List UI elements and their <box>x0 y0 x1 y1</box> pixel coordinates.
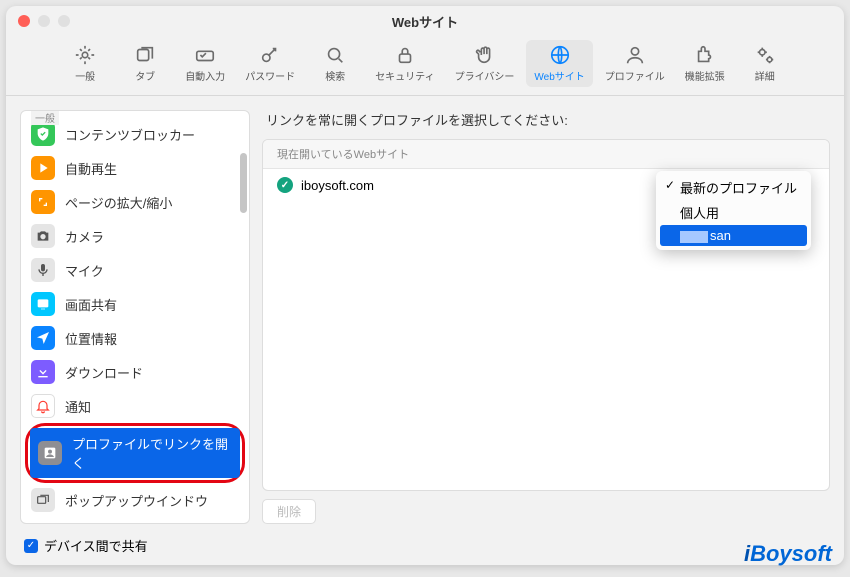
sidebar-item-microphone[interactable]: マイク <box>21 253 249 287</box>
key-icon <box>259 44 281 66</box>
toolbar-extensions[interactable]: 機能拡張 <box>677 40 733 87</box>
globe-icon <box>549 44 571 66</box>
mic-icon <box>31 258 55 282</box>
toolbar-advanced[interactable]: 詳細 <box>737 40 793 87</box>
bell-icon <box>31 394 55 418</box>
sidebar-item-camera[interactable]: カメラ <box>21 219 249 253</box>
site-domain: iboysoft.com <box>301 178 374 193</box>
sidebar-item-autoplay[interactable]: 自動再生 <box>21 151 249 185</box>
zoom-icon <box>31 190 55 214</box>
hand-icon <box>474 44 496 66</box>
zoom-window-button[interactable] <box>58 15 70 27</box>
column-header: 現在開いているWebサイト <box>263 140 829 169</box>
dropdown-option-latest[interactable]: 最新のプロファイル <box>660 175 807 200</box>
screen-icon <box>31 292 55 316</box>
footer: ✓ デバイス間で共有 <box>6 530 844 565</box>
gears-icon <box>754 44 776 66</box>
sidebar-item-location[interactable]: 位置情報 <box>21 321 249 355</box>
delete-button[interactable]: 削除 <box>262 499 316 524</box>
website-table: 現在開いているWebサイト ✓ iboysoft.com 最新のプロファイル 個… <box>262 139 830 491</box>
toolbar-security[interactable]: セキュリティ <box>367 40 442 87</box>
share-across-devices-label: デバイス間で共有 <box>44 536 148 555</box>
toolbar-profiles[interactable]: プロファイル <box>597 40 673 87</box>
site-favicon: ✓ <box>277 177 293 193</box>
toolbar-tabs[interactable]: タブ <box>117 40 173 87</box>
instruction-label: リンクを常に開くプロファイルを選択してください: <box>262 110 830 129</box>
sidebar-scrollbar[interactable] <box>240 113 247 521</box>
toolbar-search[interactable]: 検索 <box>307 40 363 87</box>
location-icon <box>31 326 55 350</box>
toolbar-privacy[interactable]: プライバシー <box>447 40 523 87</box>
main-panel: リンクを常に開くプロファイルを選択してください: 現在開いているWebサイト ✓… <box>262 110 830 524</box>
gear-icon <box>74 44 96 66</box>
dropdown-option-personal[interactable]: 個人用 <box>660 200 807 225</box>
tabs-icon <box>134 44 156 66</box>
puzzle-icon <box>694 44 716 66</box>
minimize-window-button[interactable] <box>38 15 50 27</box>
autofill-icon <box>194 44 216 66</box>
search-icon <box>324 44 346 66</box>
person-icon <box>624 44 646 66</box>
shield-check-icon <box>31 122 55 146</box>
camera-icon <box>31 224 55 248</box>
window-title: Webサイト <box>392 12 458 31</box>
dropdown-option-san[interactable]: san <box>660 225 807 246</box>
sidebar-item-open-links-in-profile[interactable]: プロファイルでリンクを開く <box>30 428 240 478</box>
sidebar: 一般 コンテンツブロッカー 自動再生 ページの拡大/縮小 カメラ マイク 画面共… <box>20 110 250 524</box>
sidebar-item-downloads[interactable]: ダウンロード <box>21 355 249 389</box>
sidebar-item-highlight: プロファイルでリンクを開く <box>25 423 245 483</box>
lock-icon <box>394 44 416 66</box>
toolbar-passwords[interactable]: パスワード <box>237 40 303 87</box>
preferences-window: Webサイト 一般 タブ 自動入力 パスワード 検索 セキュリティ プライバシー… <box>6 6 844 565</box>
sidebar-item-notifications[interactable]: 通知 <box>21 389 249 423</box>
play-icon <box>31 156 55 180</box>
redacted-text <box>680 231 708 243</box>
watermark-logo: iBoysoft <box>744 541 832 567</box>
profile-dropdown[interactable]: 最新のプロファイル 個人用 san <box>656 171 811 250</box>
sidebar-item-page-zoom[interactable]: ページの拡大/縮小 <box>21 185 249 219</box>
toolbar-autofill[interactable]: 自動入力 <box>177 40 233 87</box>
toolbar-websites[interactable]: Webサイト <box>526 40 592 87</box>
download-icon <box>31 360 55 384</box>
popup-icon <box>31 488 55 512</box>
preferences-toolbar: 一般 タブ 自動入力 パスワード 検索 セキュリティ プライバシー Webサイト… <box>6 36 844 96</box>
profile-icon <box>38 441 62 465</box>
share-across-devices-checkbox[interactable]: ✓ <box>24 539 38 553</box>
titlebar: Webサイト <box>6 6 844 36</box>
close-window-button[interactable] <box>18 15 30 27</box>
toolbar-general[interactable]: 一般 <box>57 40 113 87</box>
sidebar-section-label: 一般 <box>31 110 59 125</box>
sidebar-item-popup-windows[interactable]: ポップアップウインドウ <box>21 483 249 517</box>
sidebar-item-screen-sharing[interactable]: 画面共有 <box>21 287 249 321</box>
